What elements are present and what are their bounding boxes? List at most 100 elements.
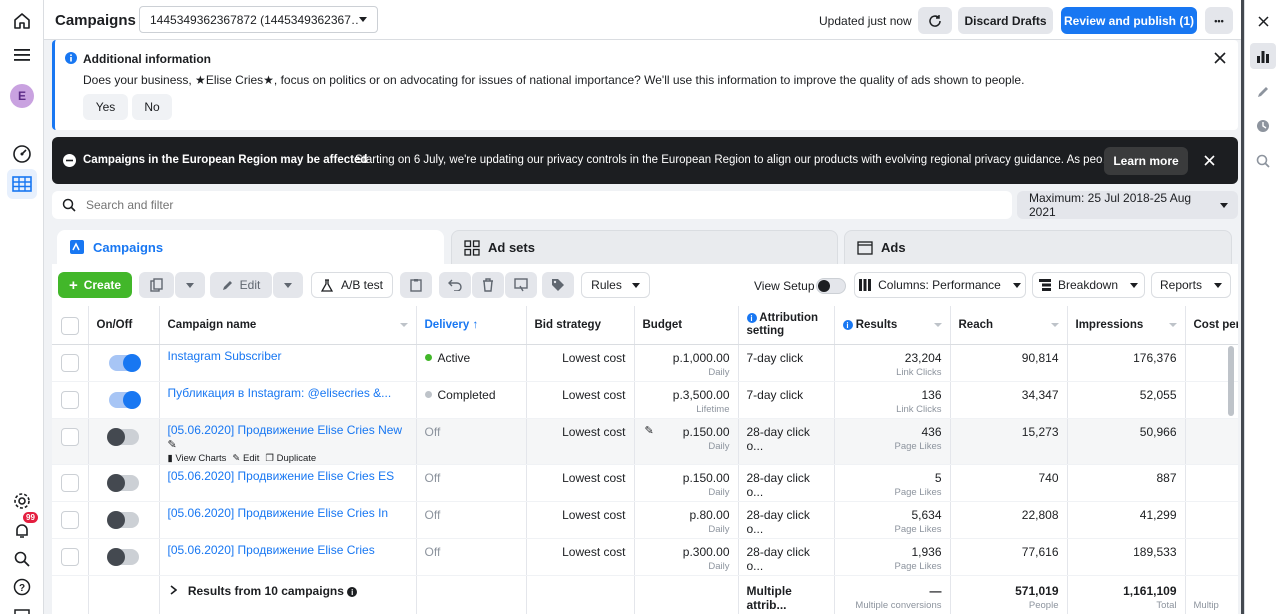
inspect-icon[interactable] [1250, 148, 1276, 174]
table-row[interactable]: [05.06.2020] Продвижение Elise Cries New… [52, 418, 1238, 465]
row-checkbox[interactable] [60, 547, 79, 566]
date-range-value: Maximum: 25 Jul 2018-25 Aug 2021 [1029, 191, 1192, 219]
campaign-name-link[interactable]: [05.06.2020] Продвижение Elise Cries New [168, 423, 403, 437]
tab-ad-sets[interactable]: Ad sets [451, 230, 838, 264]
campaign-name-link[interactable]: [05.06.2020] Продвижение Elise Cries In [168, 506, 389, 520]
tab-campaigns[interactable]: Campaigns [57, 230, 444, 264]
column-header-impressions[interactable]: Impressions [1067, 306, 1186, 345]
close-banner-icon[interactable] [1204, 155, 1215, 166]
delete-button[interactable] [472, 272, 504, 298]
duplicate-action[interactable]: ❐ Duplicate [265, 453, 316, 464]
breakdown-icon [1038, 279, 1051, 291]
table-row[interactable]: [05.06.2020] Продвижение Elise Cries In … [52, 501, 1238, 539]
yes-button[interactable]: Yes [83, 94, 128, 120]
row-toggle-cell [88, 464, 160, 502]
campaigns-grid-icon[interactable] [7, 169, 37, 199]
column-header-campaign-name[interactable]: Campaign name [159, 306, 417, 345]
chart-icon[interactable] [1250, 43, 1276, 69]
column-header-delivery[interactable]: Delivery ↑ [416, 306, 527, 345]
review-publish-button[interactable]: Review and publish (1) [1061, 7, 1197, 34]
budget-type: Daily [708, 366, 730, 378]
trash-icon [483, 278, 493, 292]
preview-button[interactable] [505, 272, 537, 298]
columns-button[interactable]: Columns: Performance [854, 272, 1026, 298]
date-range-picker[interactable]: Maximum: 25 Jul 2018-25 Aug 2021 [1017, 191, 1238, 219]
column-header-budget[interactable]: Budget [634, 306, 739, 345]
breakdown-button[interactable]: Breakdown [1032, 272, 1145, 298]
campaign-status-toggle[interactable] [108, 390, 141, 409]
ab-test-button[interactable]: A/B test [311, 272, 393, 298]
duplicate-dropdown-button[interactable] [175, 272, 205, 298]
edit-button[interactable]: Edit [210, 272, 272, 298]
search-icon[interactable] [7, 544, 37, 574]
view-charts-action[interactable]: ▮ View Charts [168, 453, 227, 464]
row-checkbox[interactable] [60, 390, 79, 409]
campaign-name-link[interactable]: [05.06.2020] Продвижение Elise Cries [168, 543, 375, 557]
select-all-checkbox[interactable] [60, 317, 79, 336]
pencil-icon[interactable]: ✎ [645, 424, 654, 437]
campaign-name-link[interactable]: Instagram Subscriber [168, 349, 282, 363]
tab-campaigns-label: Campaigns [93, 239, 164, 255]
campaign-status-toggle[interactable] [106, 473, 139, 492]
edit-action[interactable]: ✎ Edit [232, 453, 259, 464]
results-value: 136 [921, 387, 942, 402]
edit-dropdown-button[interactable] [273, 272, 303, 298]
chevron-right-icon[interactable] [170, 584, 177, 598]
close-icon[interactable] [1214, 52, 1226, 64]
rules-button[interactable]: Rules [581, 272, 650, 298]
campaign-status-toggle[interactable] [106, 427, 139, 446]
pencil-icon[interactable]: ✎ [168, 439, 177, 451]
campaign-name-link[interactable]: Публикация в Instagram: @elisecries &... [168, 386, 392, 400]
home-icon[interactable] [7, 6, 37, 36]
dashboard-icon[interactable] [7, 139, 37, 169]
table-row[interactable]: [05.06.2020] Продвижение Elise Cries Off… [52, 538, 1238, 576]
table-row[interactable]: [05.06.2020] Продвижение Elise Cries ES … [52, 464, 1238, 502]
reports-icon[interactable] [7, 600, 37, 614]
account-avatar-button[interactable]: E [7, 81, 37, 111]
impressions-value: 41,299 [1067, 501, 1186, 539]
attribution-setting: 7-day click [738, 344, 835, 382]
search-filter-bar[interactable] [52, 191, 1012, 219]
tag-button[interactable] [542, 272, 574, 298]
column-header-attribution[interactable]: i Attribution setting [738, 306, 835, 345]
row-checkbox[interactable] [60, 473, 79, 492]
table-row[interactable]: Публикация в Instagram: @elisecries &...… [52, 381, 1238, 419]
pencil-icon[interactable] [1250, 78, 1276, 104]
more-options-button[interactable]: ••• [1205, 7, 1233, 34]
campaign-name-link[interactable]: [05.06.2020] Продвижение Elise Cries ES [168, 469, 395, 483]
undo-button[interactable] [439, 272, 471, 298]
column-header-cost-per[interactable]: Cost per [1185, 306, 1238, 345]
table-row[interactable]: Instagram Subscriber Active Lowest cost … [52, 344, 1238, 382]
attribution-setting: 28-day click o... [738, 464, 835, 502]
discard-drafts-button[interactable]: Discard Drafts [958, 7, 1053, 34]
attribution-setting: 7-day click [738, 381, 835, 419]
footer-summary-cell[interactable]: Results from 10 campaigns i [159, 574, 417, 614]
column-header-bid-strategy[interactable]: Bid strategy [526, 306, 635, 345]
refresh-button[interactable] [918, 7, 952, 34]
row-checkbox[interactable] [60, 510, 79, 529]
table-scrollbar[interactable] [1228, 346, 1234, 416]
clipboard-button[interactable] [400, 272, 432, 298]
create-button[interactable]: + Create [58, 272, 132, 298]
duplicate-button[interactable] [139, 272, 174, 298]
column-header-results[interactable]: i Results [834, 306, 951, 345]
help-icon[interactable]: ? [7, 572, 37, 602]
close-panel-icon[interactable] [1250, 8, 1276, 34]
campaign-status-toggle[interactable] [106, 510, 139, 529]
campaign-status-toggle[interactable] [106, 547, 139, 566]
menu-icon[interactable] [7, 40, 37, 70]
row-checkbox[interactable] [60, 427, 79, 446]
tab-ads[interactable]: Ads [844, 230, 1232, 264]
ad-account-select[interactable]: 1445349362367872 (1445349362367… [139, 6, 378, 33]
column-header-onoff[interactable]: On/Off [88, 306, 160, 345]
notifications-icon[interactable]: 99 [7, 512, 38, 546]
history-clock-icon[interactable] [1250, 113, 1276, 139]
learn-more-button[interactable]: Learn more [1104, 147, 1188, 175]
no-button[interactable]: No [132, 94, 172, 120]
row-checkbox[interactable] [60, 353, 79, 372]
reports-button[interactable]: Reports [1151, 272, 1231, 298]
view-setup-toggle[interactable] [816, 278, 846, 294]
column-header-reach[interactable]: Reach [950, 306, 1068, 345]
campaign-status-toggle[interactable] [108, 353, 141, 372]
search-input[interactable] [86, 196, 986, 214]
